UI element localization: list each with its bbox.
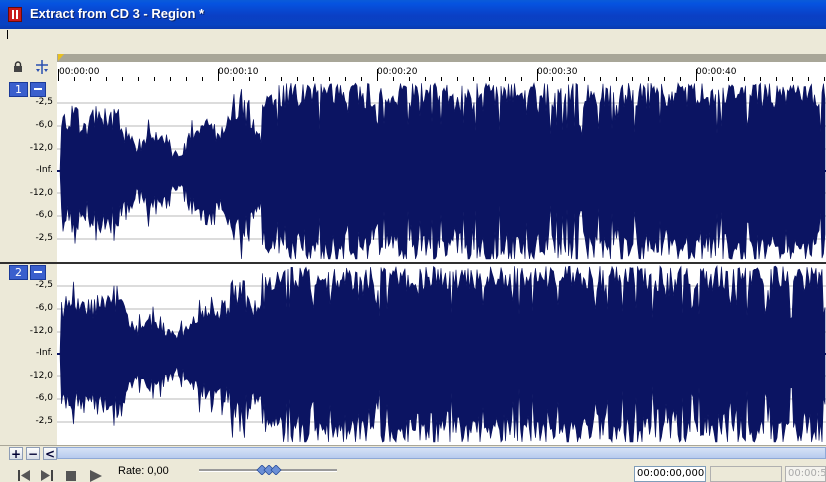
- db-label: -2,5: [35, 416, 53, 426]
- db-label: -6,0: [35, 303, 53, 313]
- region-start-marker[interactable]: [58, 54, 64, 61]
- db-label: -12,0: [29, 326, 53, 336]
- ruler-label-0: 00:00:00: [59, 67, 100, 77]
- ruler-label-10: 00:00:10: [218, 67, 259, 77]
- ruler-label-30: 00:00:30: [537, 67, 578, 77]
- db-label: -12,0: [29, 371, 53, 381]
- end-time-display[interactable]: 00:00:5: [785, 466, 826, 482]
- toolbar-strip: [0, 41, 826, 54]
- lock-icon[interactable]: [13, 61, 23, 73]
- db-label: -6,0: [35, 210, 53, 220]
- db-label: -6,0: [35, 393, 53, 403]
- chevron-left-icon[interactable]: <: [43, 447, 57, 460]
- plus-icon[interactable]: +: [9, 447, 23, 460]
- horizontal-scrollbar[interactable]: [57, 447, 826, 459]
- go-to-start-icon[interactable]: [15, 467, 33, 482]
- go-to-end-icon[interactable]: [38, 467, 56, 482]
- db-label: -Inf.: [36, 348, 53, 358]
- channel-1-header: 1 -2,5 -6,0 -12,0 -Inf. -12,0 -6,0 -2,5: [0, 81, 57, 262]
- position-time-display[interactable]: 00:00:00,000: [634, 466, 706, 482]
- db-label: -2,5: [35, 280, 53, 290]
- channel-2-waveform[interactable]: [57, 264, 826, 445]
- rate-slider-thumb[interactable]: [256, 465, 282, 475]
- app-icon[interactable]: [8, 7, 22, 22]
- overview-bar[interactable]: [57, 54, 826, 62]
- channel-1-waveform[interactable]: [57, 81, 826, 262]
- window-title: Extract from CD 3 - Region *: [30, 6, 205, 21]
- db-label: -6,0: [35, 120, 53, 130]
- db-label: -Inf.: [36, 165, 53, 175]
- ruler-label-20: 00:00:20: [377, 67, 418, 77]
- channel-2-minimize-button[interactable]: [30, 265, 46, 280]
- waveform-svg: [57, 82, 826, 260]
- stop-icon[interactable]: [62, 467, 80, 482]
- rate-label: Rate: 0,00: [118, 465, 169, 477]
- channel-1-minimize-button[interactable]: [30, 82, 46, 97]
- db-label: -12,0: [29, 188, 53, 198]
- db-label: -12,0: [29, 143, 53, 153]
- snap-icon[interactable]: [34, 59, 50, 75]
- length-time-display[interactable]: [710, 466, 782, 482]
- play-icon[interactable]: [86, 467, 104, 482]
- channel-2-header: 2 -2,5 -6,0 -12,0 -Inf. -12,0 -6,0 -2,5: [0, 264, 57, 445]
- menu-caret: [7, 30, 8, 39]
- db-label: -2,5: [35, 233, 53, 243]
- channel-1-button[interactable]: 1: [9, 82, 28, 97]
- minus-icon[interactable]: −: [26, 447, 40, 460]
- waveform-svg: [57, 264, 826, 444]
- ruler-label-40: 00:00:40: [696, 67, 737, 77]
- time-ruler[interactable]: 00:00:00 00:00:10 00:00:20 00:00:30 00:0…: [57, 62, 826, 81]
- transport-bar: Rate: 0,00 00:00:00,000 00:00:5: [0, 461, 826, 482]
- db-label: -2,5: [35, 97, 53, 107]
- channel-2-button[interactable]: 2: [9, 265, 28, 280]
